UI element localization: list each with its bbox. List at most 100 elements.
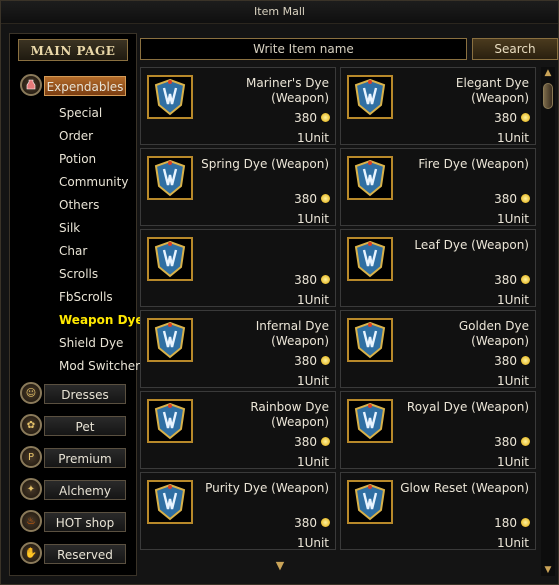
category-hot-shop[interactable]: ♨ HOT shop xyxy=(16,509,132,535)
subcategory-community[interactable]: Community xyxy=(59,175,128,189)
subcategory-char[interactable]: Char xyxy=(59,244,87,258)
item-price: 380 xyxy=(294,192,317,206)
category-dresses[interactable]: ☺ Dresses xyxy=(16,381,132,407)
category-label: HOT shop xyxy=(44,512,126,532)
item-card[interactable]: Infernal Dye (Weapon) 380 1Unit xyxy=(140,310,336,388)
item-card[interactable]: Golden Dye (Weapon) 380 1Unit xyxy=(340,310,536,388)
item-unit: 1Unit xyxy=(296,212,329,226)
dye-shield-icon xyxy=(147,156,193,200)
item-name: Elegant Dye (Weapon) xyxy=(455,76,529,105)
search-button[interactable]: Search xyxy=(472,38,558,60)
item-unit: 1Unit xyxy=(496,131,529,145)
coin-icon xyxy=(521,275,530,284)
item-mall-window: Item Mall MAIN PAGE Expendables Special … xyxy=(0,0,559,585)
subcategory-mod-switcher[interactable]: Mod Switcher xyxy=(59,359,140,373)
category-label: Expendables xyxy=(44,76,126,96)
category-label: Premium xyxy=(44,448,126,468)
dye-shield-icon xyxy=(147,75,193,119)
subcategory-others[interactable]: Others xyxy=(59,198,99,212)
item-card[interactable]: 380 1Unit xyxy=(140,229,336,307)
coin-icon xyxy=(521,113,530,122)
item-unit: 1Unit xyxy=(496,293,529,307)
item-price: 380 xyxy=(494,111,517,125)
dye-shield-icon xyxy=(347,318,393,362)
item-price: 380 xyxy=(494,192,517,206)
item-price: 380 xyxy=(294,435,317,449)
item-unit: 1Unit xyxy=(296,536,329,550)
category-expendables[interactable]: Expendables xyxy=(16,73,132,99)
dye-shield-icon xyxy=(347,75,393,119)
subcategory-fbscrolls[interactable]: FbScrolls xyxy=(59,290,113,304)
dye-shield-icon xyxy=(347,156,393,200)
dye-shield-icon xyxy=(147,318,193,362)
subcategory-shield-dye[interactable]: Shield Dye xyxy=(59,336,123,350)
dye-shield-icon xyxy=(147,399,193,443)
item-unit: 1Unit xyxy=(496,212,529,226)
item-card[interactable]: Spring Dye (Weapon) 380 1Unit xyxy=(140,148,336,226)
category-label: Alchemy xyxy=(44,480,126,500)
item-name: Mariner's Dye (Weapon) xyxy=(246,76,329,105)
item-name: Golden Dye (Weapon) xyxy=(458,319,529,348)
item-price: 380 xyxy=(494,354,517,368)
category-label: Pet xyxy=(44,416,126,436)
main-page-button[interactable]: MAIN PAGE xyxy=(18,39,128,61)
item-card[interactable]: Leaf Dye (Weapon) 380 1Unit xyxy=(340,229,536,307)
dye-shield-icon xyxy=(347,399,393,443)
item-price: 380 xyxy=(294,354,317,368)
item-card[interactable]: Purity Dye (Weapon) 380 1Unit xyxy=(140,472,336,550)
item-card[interactable]: Elegant Dye (Weapon) 380 1Unit xyxy=(340,67,536,145)
coin-icon xyxy=(321,437,330,446)
pet-icon: ✿ xyxy=(20,414,42,436)
item-name: Spring Dye (Weapon) xyxy=(201,157,329,171)
potion-icon xyxy=(20,74,42,96)
dye-shield-icon xyxy=(347,480,393,524)
subcategory-special[interactable]: Special xyxy=(59,106,102,120)
category-premium[interactable]: P Premium xyxy=(16,445,132,471)
coin-icon xyxy=(321,518,330,527)
scroll-up-icon[interactable]: ▲ xyxy=(542,67,554,79)
item-card[interactable]: Rainbow Dye (Weapon) 380 1Unit xyxy=(140,391,336,469)
item-unit: 1Unit xyxy=(496,455,529,469)
title-bar[interactable]: Item Mall xyxy=(1,1,558,24)
item-unit: 1Unit xyxy=(496,536,529,550)
coin-icon xyxy=(321,275,330,284)
item-card[interactable]: Royal Dye (Weapon) 380 1Unit xyxy=(340,391,536,469)
item-unit: 1Unit xyxy=(496,374,529,388)
item-price: 380 xyxy=(494,435,517,449)
item-grid: Mariner's Dye (Weapon) 380 1Unit Elegant… xyxy=(140,67,538,551)
item-name: Royal Dye (Weapon) xyxy=(406,400,529,414)
subcategory-potion[interactable]: Potion xyxy=(59,152,96,166)
coin-icon xyxy=(521,518,530,527)
scrollbar[interactable]: ▲ ▼ xyxy=(541,67,555,576)
item-card[interactable]: Fire Dye (Weapon) 380 1Unit xyxy=(340,148,536,226)
item-unit: 1Unit xyxy=(296,293,329,307)
item-unit: 1Unit xyxy=(296,455,329,469)
category-alchemy[interactable]: ✦ Alchemy xyxy=(16,477,132,503)
alchemy-icon: ✦ xyxy=(20,478,42,500)
search-input[interactable]: Write Item name xyxy=(140,38,467,60)
item-card[interactable]: Glow Reset (Weapon) 180 1Unit xyxy=(340,472,536,550)
item-price: 380 xyxy=(494,273,517,287)
item-name: Leaf Dye (Weapon) xyxy=(414,238,529,252)
hand-icon: ✋ xyxy=(20,542,42,564)
coin-icon xyxy=(521,356,530,365)
item-card[interactable]: Mariner's Dye (Weapon) 380 1Unit xyxy=(140,67,336,145)
item-unit: 1Unit xyxy=(296,374,329,388)
subcategory-order[interactable]: Order xyxy=(59,129,93,143)
subcategory-weapon-dye[interactable]: Weapon Dye xyxy=(59,313,144,327)
item-price: 380 xyxy=(294,111,317,125)
category-pet[interactable]: ✿ Pet xyxy=(16,413,132,439)
dye-shield-icon xyxy=(147,480,193,524)
avatar-icon: ☺ xyxy=(20,382,42,404)
coin-icon xyxy=(321,113,330,122)
subcategory-silk[interactable]: Silk xyxy=(59,221,80,235)
category-reserved[interactable]: ✋ Reserved xyxy=(16,541,132,567)
subcategory-scrolls[interactable]: Scrolls xyxy=(59,267,98,281)
chevron-down-icon[interactable]: ▼ xyxy=(270,559,290,573)
scroll-thumb[interactable] xyxy=(543,83,553,109)
scroll-down-icon[interactable]: ▼ xyxy=(542,564,554,576)
dye-shield-icon xyxy=(147,237,193,281)
item-price: 380 xyxy=(294,516,317,530)
item-name: Glow Reset (Weapon) xyxy=(400,481,529,495)
flame-icon: ♨ xyxy=(20,510,42,532)
